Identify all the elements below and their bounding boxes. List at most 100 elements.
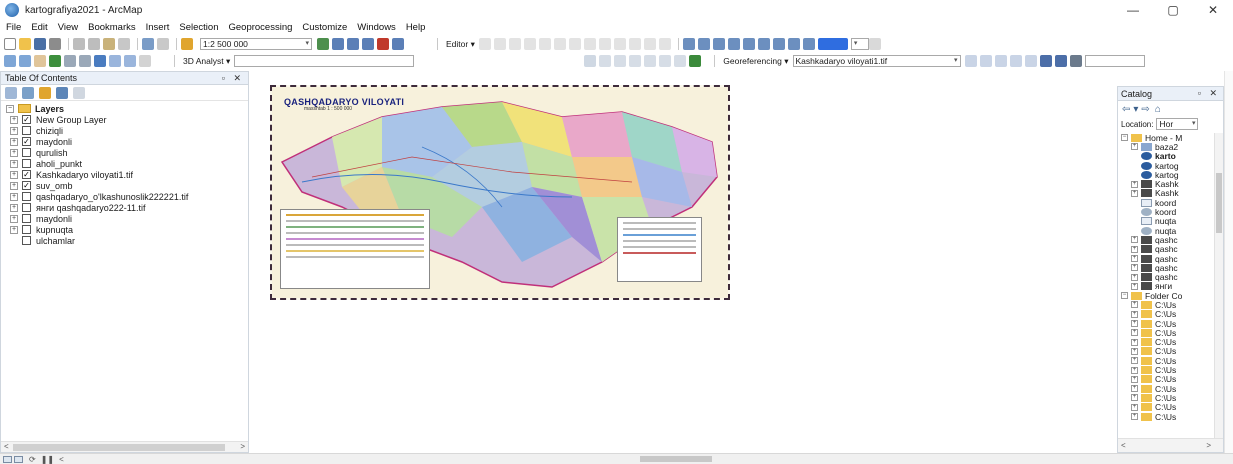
paste-icon[interactable] — [103, 38, 115, 50]
trace-icon[interactable] — [538, 38, 551, 50]
layer-visibility-checkbox[interactable] — [22, 126, 31, 135]
rotate-icon[interactable] — [613, 38, 626, 50]
catalog-item[interactable]: +koord — [1118, 198, 1215, 208]
editor-toolbar-icon[interactable] — [317, 38, 329, 50]
expand-icon[interactable]: + — [1131, 301, 1138, 309]
layer-visibility-checkbox[interactable] — [22, 192, 31, 201]
add-data-icon[interactable] — [181, 38, 193, 50]
toc-layer-row[interactable]: + chiziqli — [1, 125, 248, 136]
full-extent-icon[interactable] — [49, 55, 61, 67]
attributes-icon[interactable] — [628, 38, 641, 50]
georeferencing-menu[interactable]: Georeferencing ▾ — [723, 56, 788, 67]
tool-icon[interactable] — [1009, 55, 1022, 67]
location-combo[interactable]: Hor ▾ — [1156, 118, 1199, 130]
toc-layer-row[interactable]: + aholi_punkt — [1, 158, 248, 169]
catalog-item[interactable]: + C:\Us — [1118, 412, 1215, 422]
zoom-out-icon[interactable] — [19, 55, 31, 67]
list-by-drawing-order-icon[interactable] — [5, 86, 17, 99]
catalog-item[interactable]: + baza2 — [1118, 142, 1215, 152]
edit-vertices-icon[interactable] — [553, 38, 566, 50]
toc-layer-row[interactable]: + ✓ Kashkadaryo viloyati1.tif — [1, 169, 248, 180]
tool-icon[interactable] — [599, 55, 612, 67]
toc-panel-controls[interactable]: ▫ ✕ — [222, 73, 244, 84]
catalog-item[interactable]: + C:\Us — [1118, 346, 1215, 356]
expand-icon[interactable]: + — [1131, 375, 1138, 383]
menu-file[interactable]: File — [6, 22, 21, 33]
expand-icon[interactable]: + — [1131, 180, 1138, 188]
expand-icon[interactable]: + — [1131, 413, 1138, 421]
menu-windows[interactable]: Windows — [357, 22, 396, 33]
expand-icon[interactable]: + — [1131, 347, 1138, 355]
refresh-icon[interactable]: ⟳ — [29, 455, 36, 464]
expand-icon[interactable]: + — [1131, 338, 1138, 346]
expand-icon[interactable]: + — [1131, 310, 1138, 318]
expand-icon[interactable]: + — [1131, 282, 1138, 290]
menu-view[interactable]: View — [58, 22, 78, 33]
catalog-item[interactable]: + qashc — [1118, 272, 1215, 282]
edit-tool-icon[interactable] — [478, 38, 491, 50]
profile-graph-icon[interactable] — [674, 55, 687, 67]
layer-visibility-checkbox[interactable]: ✓ — [22, 181, 31, 190]
scroll-left-icon[interactable]: < — [4, 442, 9, 451]
toc-horizontal-scrollbar[interactable]: < > — [1, 441, 248, 452]
catalog-window-icon[interactable] — [347, 38, 359, 50]
close-button[interactable]: ✕ — [1193, 0, 1233, 20]
layer-visibility-checkbox[interactable]: ✓ — [22, 115, 31, 124]
tool-icon[interactable] — [868, 38, 881, 50]
catalog-item[interactable]: + C:\Us — [1118, 328, 1215, 338]
georeferenced-map-image[interactable]: QASHQADARYO VILOYATI masshtab 1 : 500 00… — [270, 85, 730, 300]
save-icon[interactable] — [34, 38, 46, 50]
toc-layer-row[interactable]: +ulchamlar — [1, 235, 248, 246]
tool-icon[interactable] — [742, 38, 755, 50]
expand-icon[interactable]: + — [10, 214, 18, 223]
scroll-right-icon[interactable]: > — [1206, 441, 1211, 450]
color-swatch-icon[interactable] — [817, 38, 848, 50]
tool-icon[interactable] — [757, 38, 770, 50]
catalog-item[interactable]: + янги — [1118, 281, 1215, 291]
fixed-zoom-in-icon[interactable] — [64, 55, 76, 67]
pause-drawing-icon[interactable]: ❚❚ — [41, 455, 54, 464]
layout-view-icon[interactable] — [14, 455, 23, 463]
back-icon[interactable] — [94, 55, 106, 67]
search-input[interactable] — [1084, 55, 1145, 67]
layer-visibility-checkbox[interactable]: ✓ — [22, 137, 31, 146]
dropdown-icon[interactable]: ▾ — [1133, 104, 1138, 115]
layers-root[interactable]: − Layers — [1, 103, 248, 114]
catalog-item[interactable]: + C:\Us — [1118, 356, 1215, 366]
catalog-item[interactable]: − Folder Co — [1118, 291, 1215, 301]
forward-arrow-icon[interactable]: ⇨ — [1141, 104, 1149, 115]
expand-icon[interactable]: + — [10, 181, 18, 190]
table-window-icon[interactable] — [332, 38, 344, 50]
catalog-horizontal-scrollbar[interactable]: < > — [1118, 438, 1223, 452]
scroll-right-icon[interactable]: > — [240, 442, 245, 451]
pan-icon[interactable] — [34, 55, 46, 67]
create-features-icon[interactable] — [658, 38, 671, 50]
expand-icon[interactable]: + — [1131, 189, 1138, 197]
expand-icon[interactable]: + — [1131, 273, 1138, 281]
expand-icon[interactable]: + — [1131, 385, 1138, 393]
tool-icon[interactable] — [629, 55, 642, 67]
catalog-item[interactable]: +nuqta — [1118, 226, 1215, 236]
arcscene-icon[interactable] — [689, 55, 702, 67]
redo-icon[interactable] — [157, 38, 169, 50]
toc-layer-row[interactable]: + янги qashqadaryo222-11.tif — [1, 202, 248, 213]
tool-icon[interactable] — [979, 55, 992, 67]
new-document-icon[interactable] — [4, 38, 16, 50]
layer-combo[interactable]: ▾ — [850, 38, 869, 50]
list-by-visibility-icon[interactable] — [39, 86, 51, 99]
back-arrow-icon[interactable]: ⇦ — [1122, 104, 1130, 115]
3d-analyst-layer-combo[interactable] — [234, 55, 415, 67]
catalog-item[interactable]: +koord — [1118, 207, 1215, 217]
cut-polygon-icon[interactable] — [583, 38, 596, 50]
menu-help[interactable]: Help — [406, 22, 426, 33]
expand-icon[interactable]: + — [10, 203, 18, 212]
toc-layer-row[interactable]: + kupnuqta — [1, 224, 248, 235]
menu-insert[interactable]: Insert — [146, 22, 170, 33]
expand-icon[interactable]: + — [1131, 236, 1138, 244]
sketch-properties-icon[interactable] — [643, 38, 656, 50]
delete-icon[interactable] — [118, 38, 130, 50]
georef-layer-combo[interactable]: Kashkadaryo viloyati1.tif ▾ — [792, 55, 961, 67]
scrollbar-thumb[interactable] — [13, 444, 225, 451]
menu-selection[interactable]: Selection — [179, 22, 218, 33]
menu-edit[interactable]: Edit — [31, 22, 47, 33]
